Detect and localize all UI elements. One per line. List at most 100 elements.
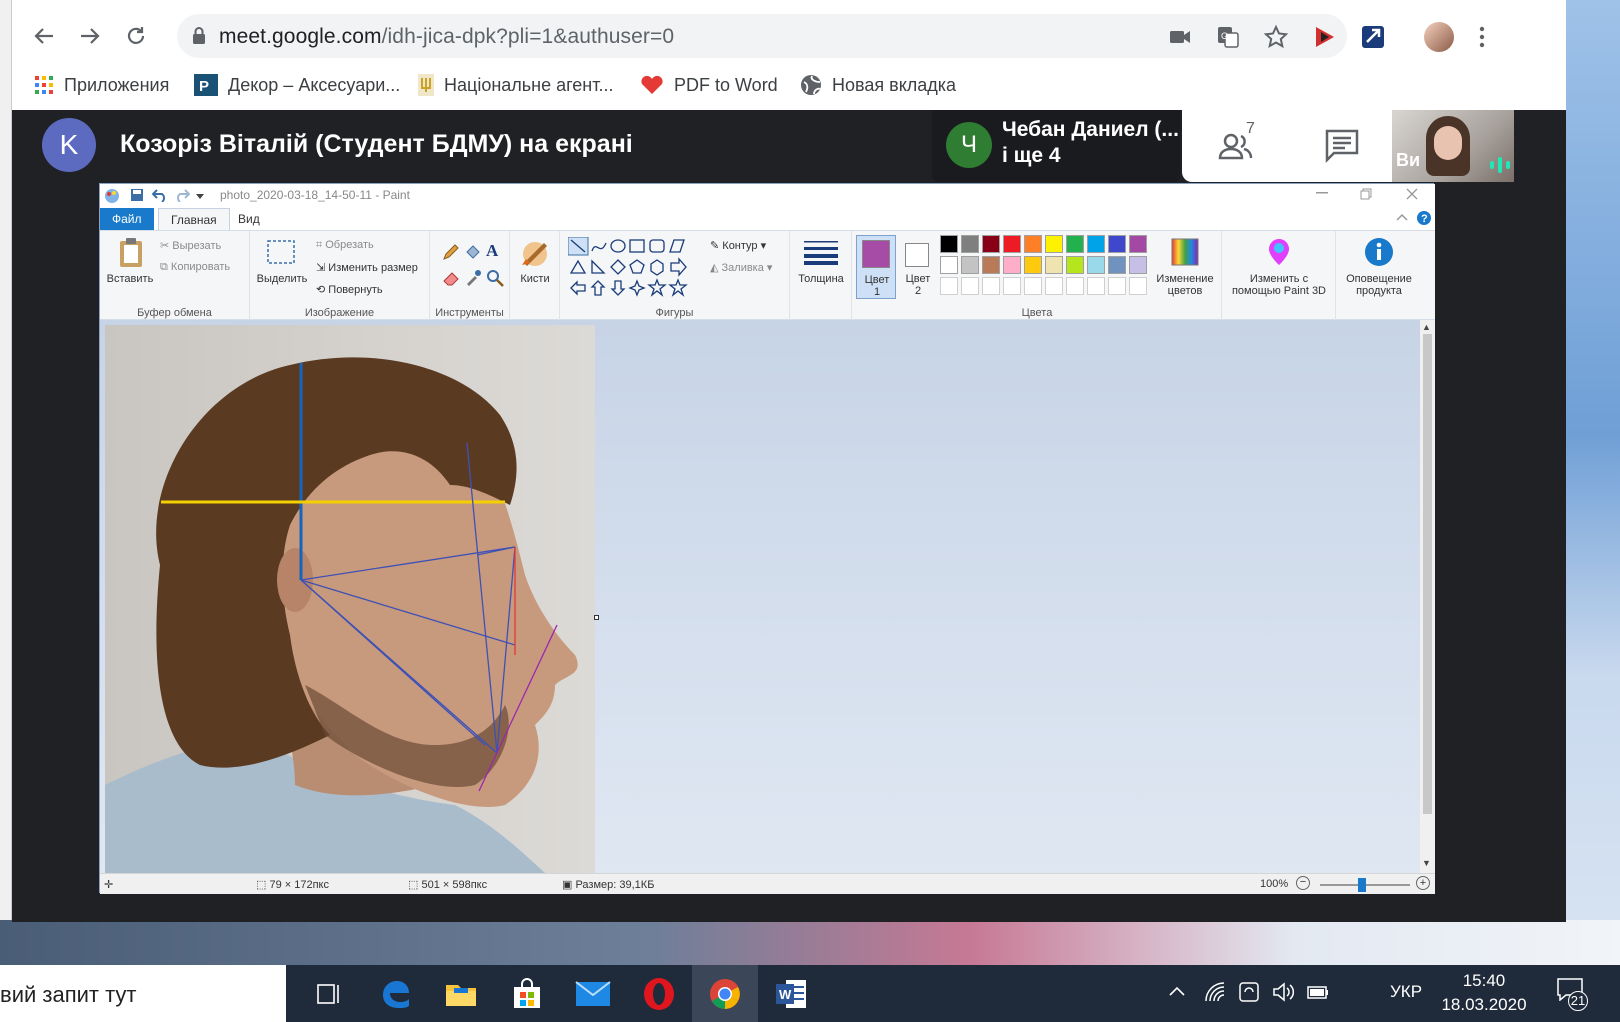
zoom-slider-thumb[interactable] [1358, 878, 1366, 892]
magnifier-icon[interactable] [486, 269, 504, 287]
redo-icon[interactable] [174, 188, 190, 202]
bookmark-new-tab[interactable]: Новая вкладка [800, 70, 956, 100]
scroll-down-icon[interactable]: ▼ [1422, 858, 1431, 868]
custom-color-slot[interactable] [1045, 277, 1063, 295]
bookmark-national-agency[interactable]: Національне агент... [418, 70, 614, 100]
outline-dropdown[interactable]: ✎ Контур ▾ [710, 239, 766, 252]
zoom-out-button[interactable]: − [1296, 876, 1310, 890]
participants-button[interactable]: 7 [1216, 120, 1256, 166]
collapse-ribbon-icon[interactable] [1396, 212, 1408, 222]
save-icon[interactable] [130, 188, 144, 202]
palette-color-swatch[interactable] [1024, 235, 1042, 253]
extension-red-icon[interactable] [1312, 24, 1338, 50]
undo-icon[interactable] [152, 188, 168, 202]
custom-color-slot[interactable] [1024, 277, 1042, 295]
palette-color-swatch[interactable] [1087, 235, 1105, 253]
camera-icon[interactable] [1167, 24, 1193, 50]
palette-color-swatch[interactable] [1066, 235, 1084, 253]
palette-color-swatch[interactable] [961, 235, 979, 253]
restore-icon[interactable] [1360, 188, 1372, 200]
custom-color-slot[interactable] [1066, 277, 1084, 295]
bookmark-decor[interactable]: P Декор – Аксесуари... [194, 70, 400, 100]
taskbar-word[interactable]: W [758, 965, 824, 1022]
reload-button[interactable] [118, 18, 154, 54]
paste-button[interactable]: Вставить [106, 237, 154, 301]
zoom-in-button[interactable]: + [1416, 876, 1430, 890]
palette-color-swatch[interactable] [1129, 256, 1147, 274]
self-video-tile[interactable]: Ви [1392, 110, 1514, 182]
select-button[interactable]: Выделить [256, 237, 308, 301]
custom-color-slot[interactable] [1129, 277, 1147, 295]
palette-color-swatch[interactable] [940, 235, 958, 253]
close-icon[interactable] [1406, 188, 1418, 200]
fill-bucket-icon[interactable] [464, 243, 482, 261]
taskbar-mail[interactable] [560, 965, 626, 1022]
wifi-icon[interactable] [1204, 981, 1226, 1003]
eraser-icon[interactable] [442, 269, 460, 287]
fill-dropdown[interactable]: ◭ Заливка ▾ [710, 261, 772, 274]
clock-time[interactable]: 15:40 [1440, 971, 1528, 991]
canvas-resize-handle[interactable] [594, 615, 599, 620]
chat-button[interactable] [1322, 126, 1362, 166]
language-indicator[interactable]: УКР [1390, 982, 1422, 1002]
palette-color-swatch[interactable] [1108, 256, 1126, 274]
product-notice-button[interactable]: Оповещение продукта [1340, 235, 1418, 301]
taskbar-file-explorer[interactable] [428, 965, 494, 1022]
forward-button[interactable] [72, 18, 108, 54]
quick-access-dropdown-icon[interactable] [196, 192, 204, 200]
taskbar-opera[interactable] [626, 965, 692, 1022]
bookmark-apps[interactable]: Приложения [34, 70, 169, 100]
vertical-scrollbar[interactable]: ▲ ▼ [1420, 320, 1435, 873]
scrollbar-thumb[interactable] [1423, 334, 1432, 814]
custom-color-slot[interactable] [1108, 277, 1126, 295]
battery-icon[interactable] [1306, 983, 1330, 1001]
back-button[interactable] [26, 18, 62, 54]
palette-color-swatch[interactable] [940, 256, 958, 274]
pencil-icon[interactable] [442, 243, 460, 261]
bookmark-pdf-to-word[interactable]: PDF to Word [640, 70, 778, 100]
palette-color-swatch[interactable] [982, 256, 1000, 274]
taskbar-chrome[interactable] [692, 965, 758, 1022]
extension-blue-icon[interactable] [1360, 24, 1386, 50]
palette-color-swatch[interactable] [1129, 235, 1147, 253]
profile-avatar[interactable] [1424, 22, 1454, 52]
canvas-image[interactable] [105, 325, 595, 873]
volume-icon[interactable] [1272, 981, 1294, 1003]
help-icon[interactable]: ? [1416, 210, 1432, 226]
minimize-icon[interactable] [1316, 192, 1328, 194]
color1-button[interactable]: Цвет 1 [856, 235, 896, 299]
translate-icon[interactable]: G [1215, 24, 1241, 50]
palette-color-swatch[interactable] [961, 256, 979, 274]
tab-file[interactable]: Файл [100, 208, 154, 230]
menu-dots-icon[interactable] [1478, 26, 1486, 48]
custom-color-slot[interactable] [1087, 277, 1105, 295]
custom-color-slot[interactable] [982, 277, 1000, 295]
palette-color-swatch[interactable] [1087, 256, 1105, 274]
tab-home[interactable]: Главная [158, 208, 230, 230]
thickness-button[interactable]: Толщина [796, 237, 846, 301]
custom-color-slot[interactable] [1003, 277, 1021, 295]
address-bar[interactable]: meet.google.com/idh-jica-dpk?pli=1&authu… [177, 14, 1347, 58]
crop-button[interactable]: ⌗ Обрезать [316, 239, 374, 252]
color-picker-icon[interactable] [464, 269, 482, 287]
tab-view[interactable]: Вид [226, 208, 272, 230]
scroll-up-icon[interactable]: ▲ [1422, 322, 1431, 332]
palette-color-swatch[interactable] [1066, 256, 1084, 274]
taskbar-edge[interactable] [362, 965, 428, 1022]
bookmark-star-icon[interactable] [1263, 24, 1289, 50]
palette-color-swatch[interactable] [1024, 256, 1042, 274]
task-view-button[interactable] [296, 965, 362, 1022]
custom-color-slot[interactable] [961, 277, 979, 295]
palette-color-swatch[interactable] [1045, 235, 1063, 253]
action-center-button[interactable]: 21 [1556, 977, 1590, 1011]
custom-color-slot[interactable] [940, 277, 958, 295]
text-tool-icon[interactable]: A [486, 241, 498, 261]
palette-color-swatch[interactable] [1003, 256, 1021, 274]
palette-color-swatch[interactable] [982, 235, 1000, 253]
participant-tile[interactable]: Ч Чебан Даниел (... і ще 4 [932, 110, 1180, 182]
palette-color-swatch[interactable] [1108, 235, 1126, 253]
shapes-gallery-icon[interactable] [568, 237, 698, 297]
edit-colors-button[interactable]: Изменение цветов [1152, 235, 1218, 299]
color2-button[interactable]: Цвет 2 [900, 235, 936, 299]
rotate-button[interactable]: ⟲ Повернуть [316, 283, 383, 296]
